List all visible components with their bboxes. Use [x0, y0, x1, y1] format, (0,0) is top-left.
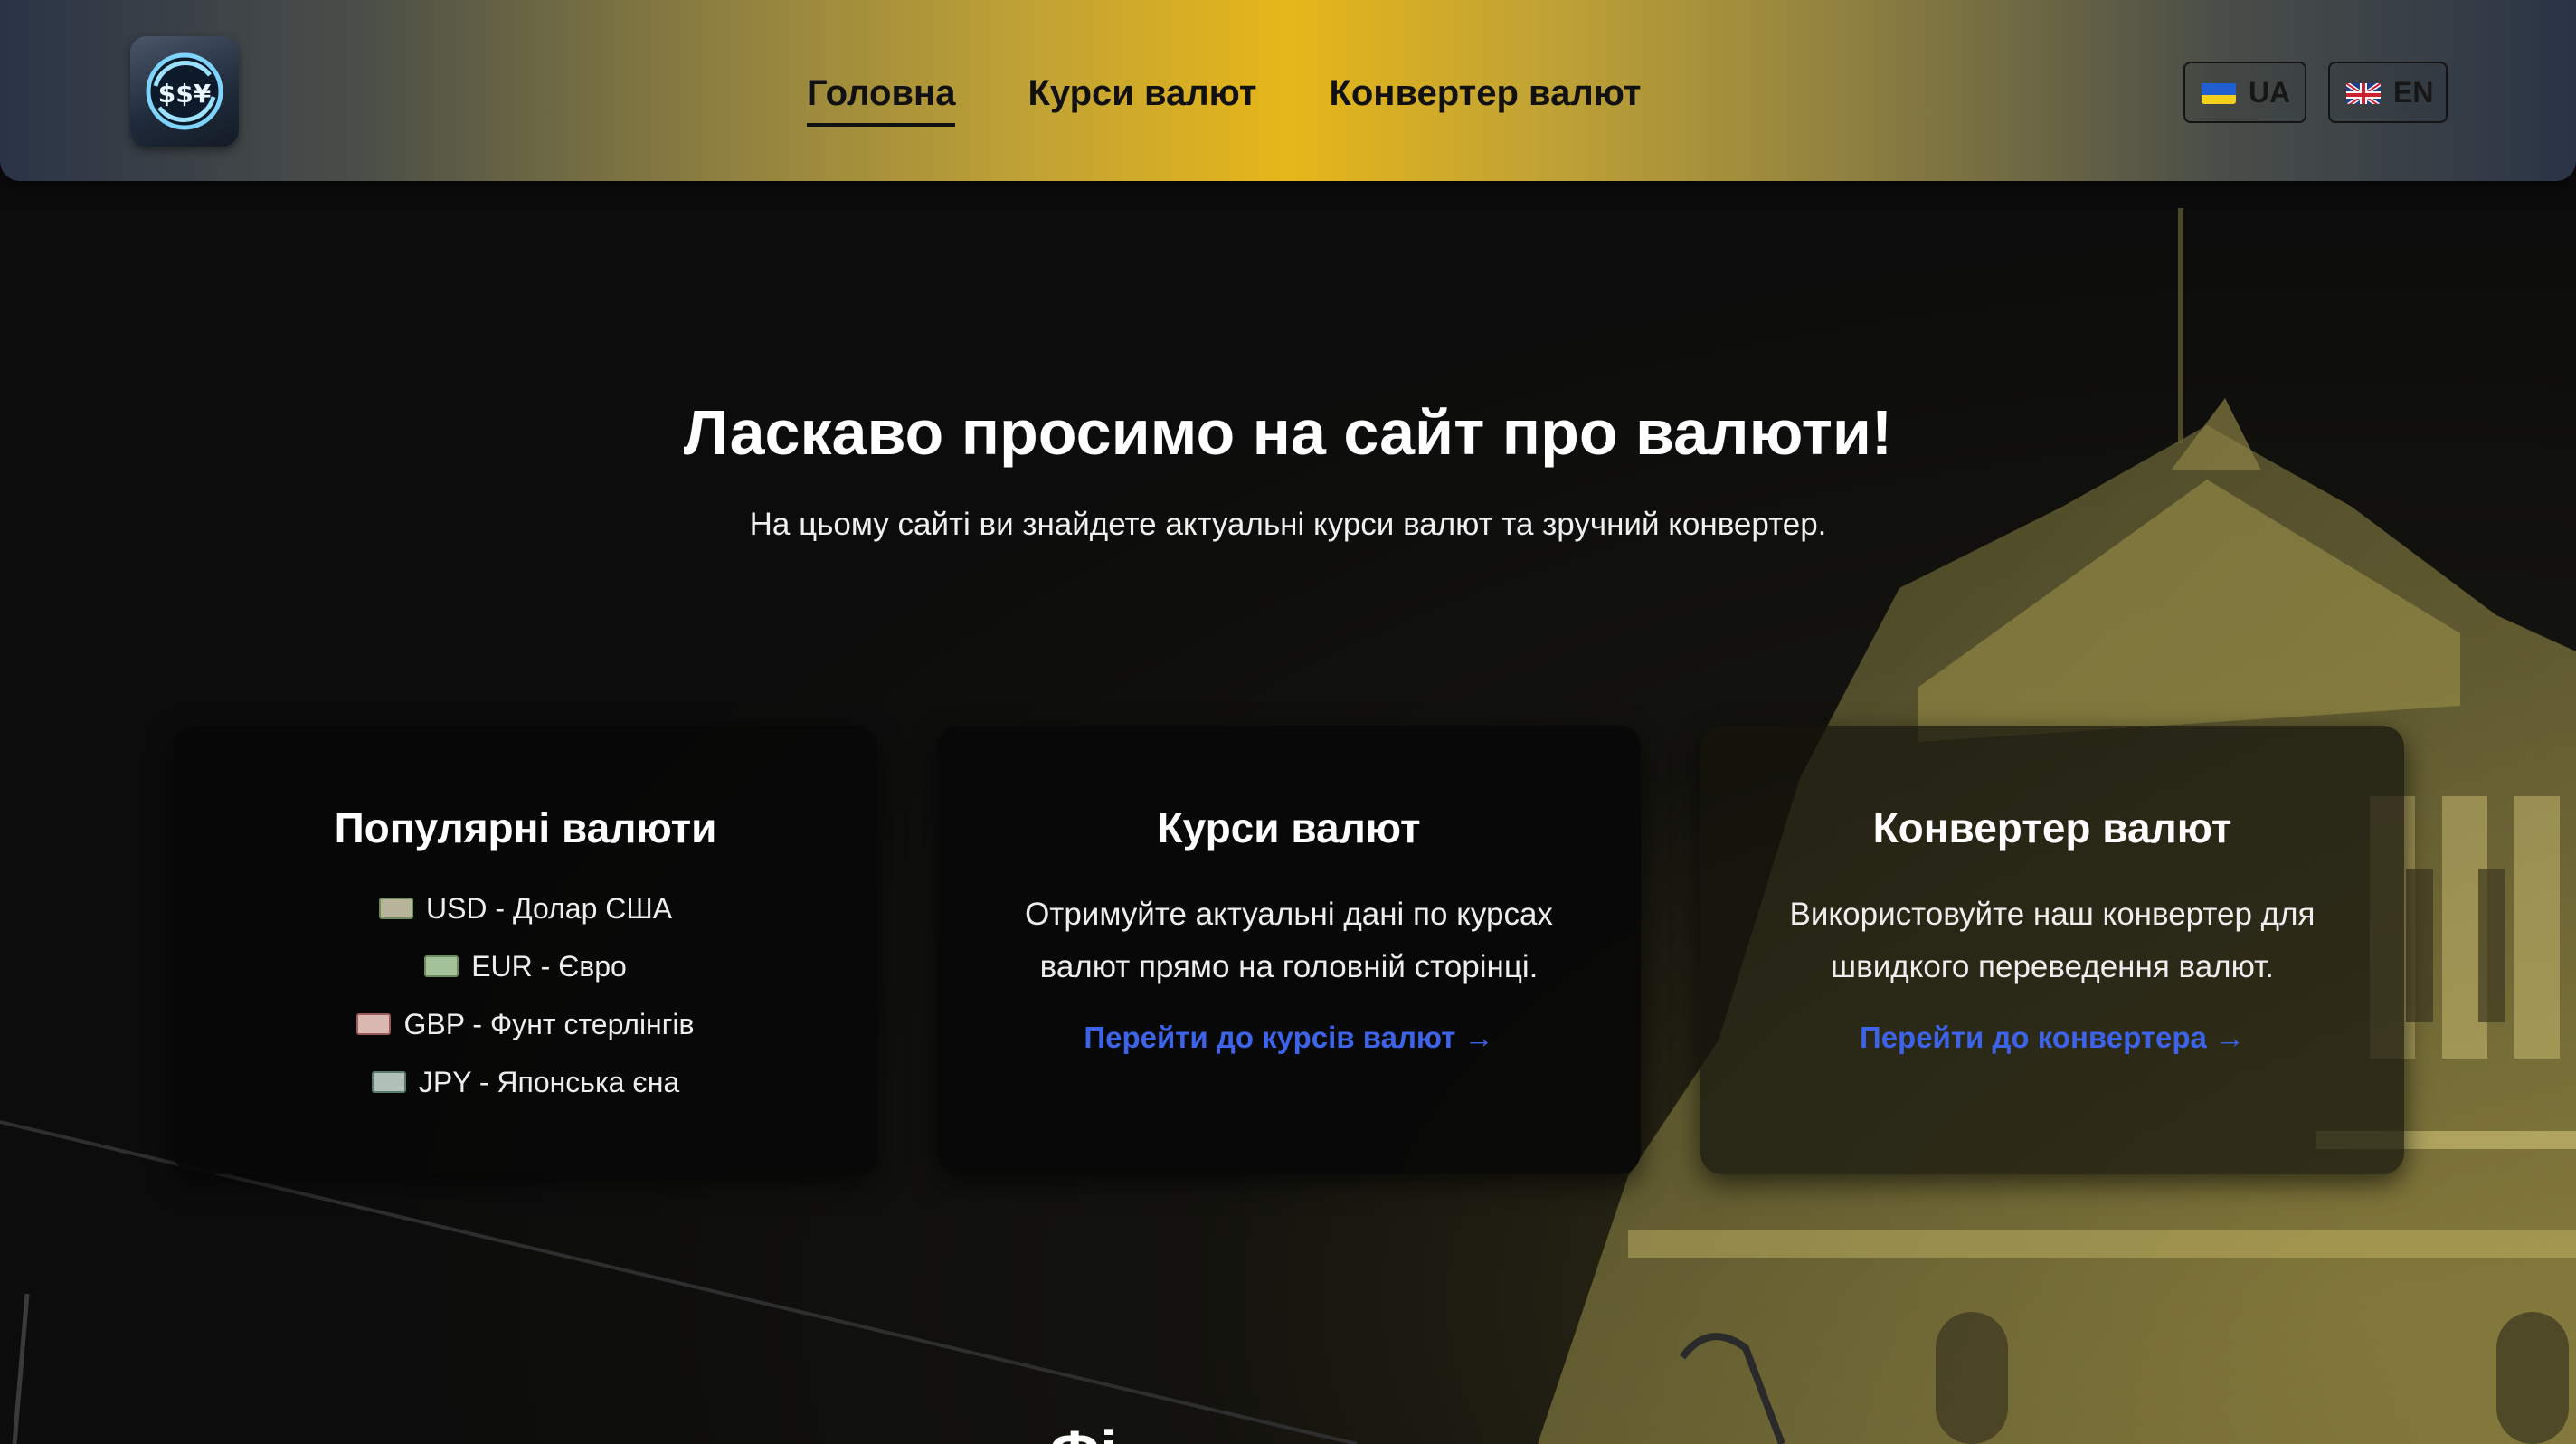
card-text-rates: Отримуйте актуальні дані по курсах валют… [1025, 897, 1553, 984]
list-item: EUR - Євро [174, 937, 877, 995]
uk-flag-icon [2346, 81, 2381, 104]
list-item: GBP - Фунт стерлінгів [174, 995, 877, 1053]
card-title-converter: Конвертер валют [1872, 804, 2232, 851]
banknote-icon [424, 955, 459, 977]
page-background [0, 0, 2576, 1444]
exchange-rates-card: Курси валют Отримуйте актуальні дані по … [937, 726, 1641, 1174]
main-nav: Головна Курси валют Конвертер валют [807, 69, 1642, 127]
banknote-icon [371, 1071, 406, 1093]
language-label-ua: UA [2249, 75, 2291, 109]
language-label-en: EN [2393, 75, 2434, 109]
currency-logo-icon: $$¥ [146, 52, 223, 130]
language-button-en[interactable]: EN [2328, 62, 2448, 123]
site-logo[interactable]: $$¥ [130, 36, 239, 147]
language-button-ua[interactable]: UA [2183, 62, 2306, 123]
currency-item-eur: EUR - Євро [471, 950, 627, 983]
converter-card: Конвертер валют Використовуйте наш конве… [1700, 726, 2404, 1174]
hero-subtitle: На цьому сайті ви знайдете актуальні кур… [749, 507, 1827, 542]
currency-item-usd: USD - Долар США [425, 892, 673, 925]
currency-list: USD - Долар США EUR - Євро GBP - Фунт ст… [174, 879, 877, 1111]
card-title-popular: Популярні валюти [334, 804, 717, 851]
top-header: $$¥ Головна Курси валют Конвертер валют … [0, 0, 2576, 181]
card-text-converter: Використовуйте наш конвертер для швидког… [1789, 897, 2316, 984]
list-item: JPY - Японська єна [174, 1053, 877, 1111]
ukraine-flag-icon [2202, 81, 2236, 104]
banknote-icon [356, 1013, 392, 1035]
nav-link-rates[interactable]: Курси валют [1028, 73, 1256, 119]
currency-item-gbp: GBP - Фунт стерлінгів [403, 1008, 695, 1040]
list-item: USD - Долар США [174, 879, 877, 937]
next-section-heading: Фі... [1049, 1417, 1167, 1444]
go-to-rates-link[interactable]: Перейти до курсів валют → [1084, 1021, 1493, 1055]
go-to-converter-link[interactable]: Перейти до конвертера → [1860, 1021, 2245, 1055]
hero-title: Ласкаво просимо на сайт про валюти! [683, 397, 1893, 468]
nav-link-converter[interactable]: Конвертер валют [1329, 73, 1641, 119]
popular-currencies-card: Популярні валюти USD - Долар США EUR - Є… [174, 726, 877, 1174]
building-background-image [0, 208, 2576, 1444]
currency-item-jpy: JPY - Японська єна [418, 1066, 680, 1098]
svg-text:$$¥: $$¥ [158, 79, 212, 109]
nav-link-home[interactable]: Головна [807, 73, 956, 127]
banknote-icon [378, 898, 413, 919]
card-title-rates: Курси валют [1157, 804, 1421, 851]
